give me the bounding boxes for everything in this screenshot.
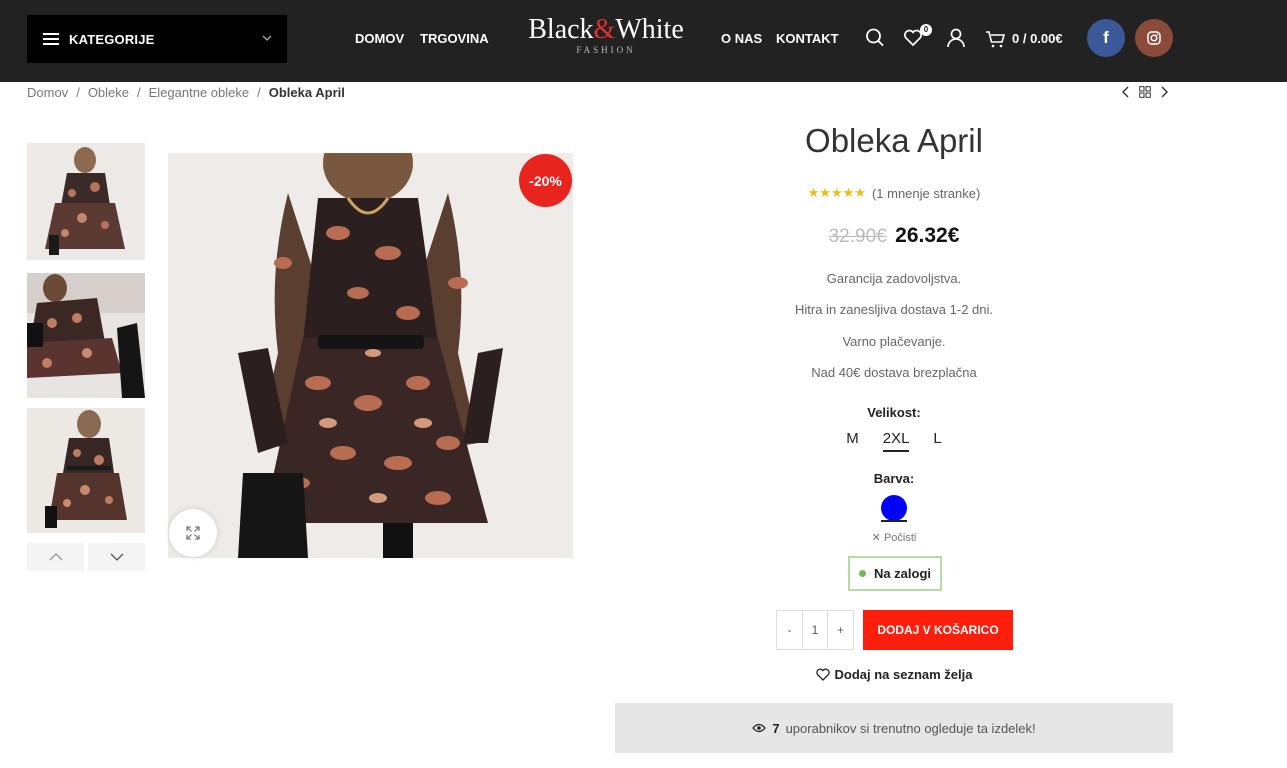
heart-icon — [815, 668, 830, 681]
instagram-icon — [1147, 31, 1161, 45]
reviews-link[interactable]: (1 mnenje stranke) — [872, 186, 980, 201]
chevron-down-icon — [110, 553, 123, 561]
facebook-icon: f — [1103, 28, 1109, 47]
cart-summary[interactable]: 0 / 0.00€ — [1012, 31, 1063, 46]
info-line-guarantee: Garancija zadovoljstva. — [826, 271, 962, 286]
previous-product-icon[interactable] — [1121, 86, 1131, 98]
color-label: Barva: — [873, 471, 915, 486]
cart-icon[interactable] — [985, 29, 1007, 49]
info-line-payment: Varno plačevanje. — [842, 334, 946, 349]
size-selector: M 2XL L — [615, 430, 1173, 452]
size-label: Velikost: — [867, 405, 921, 420]
site-header: KATEGORIJE DOMOV TRGOVINA Black&White FA… — [0, 0, 1287, 82]
logo-text-black: Black — [528, 14, 594, 45]
live-viewers-notice: 7 uporabnikov si trenutno ogleduje ta iz… — [615, 703, 1173, 753]
search-icon[interactable] — [865, 27, 885, 49]
nav-contact[interactable]: KONTAKT — [776, 31, 839, 46]
color-selected-indicator — [881, 520, 907, 522]
sale-badge: -20% — [519, 154, 572, 207]
chevron-down-icon — [262, 35, 272, 41]
user-icon[interactable] — [946, 27, 966, 49]
add-to-cart-button[interactable]: DODAJ V KOŠARICO — [863, 610, 1013, 650]
clear-label: Počisti — [883, 532, 917, 544]
next-product-icon[interactable] — [1159, 86, 1169, 98]
close-icon: ✕ — [871, 532, 881, 544]
product-thumbnail-3[interactable] — [27, 408, 145, 533]
old-price: 32.90€ — [828, 226, 887, 247]
thumbnail-prev-button[interactable] — [27, 543, 84, 571]
nav-about[interactable]: O NAS — [721, 31, 762, 46]
add-to-wishlist-link[interactable]: Dodaj na seznam želja — [615, 667, 1173, 682]
in-stock-dot-icon — [858, 570, 866, 577]
stock-status: Na zalogi — [848, 556, 942, 591]
logo-subtitle: FASHION — [576, 45, 636, 55]
breadcrumb-current: Obleka April — [268, 85, 345, 100]
instagram-button[interactable] — [1135, 19, 1173, 57]
viewers-count: 7 — [772, 720, 780, 736]
wishlist-count-badge: 0 — [920, 24, 932, 36]
categories-label: KATEGORIJE — [69, 31, 155, 47]
logo-text-white: White — [615, 14, 684, 45]
wishlist-label: Dodaj na seznam želja — [834, 667, 973, 682]
star-rating-icon: ★★★★★ — [807, 185, 866, 200]
breadcrumb: Domov / Obleke / Elegantne obleke / Oble… — [27, 85, 345, 100]
product-rating: ★★★★★ (1 mnenje stranke) — [615, 185, 1173, 201]
info-line-shipping: Hitra in zanesljiva dostava 1-2 dni. — [795, 302, 993, 317]
viewers-text: uporabnikov si trenutno ogleduje ta izde… — [785, 720, 1036, 736]
breadcrumb-home[interactable]: Domov — [27, 85, 68, 100]
size-option-m[interactable]: M — [834, 430, 871, 452]
grid-view-icon[interactable] — [1139, 86, 1151, 98]
site-logo[interactable]: Black&White FASHION — [520, 14, 692, 55]
product-thumbnail-2[interactable] — [27, 273, 145, 398]
breadcrumb-dresses[interactable]: Obleke — [88, 85, 129, 100]
breadcrumb-separator: / — [137, 85, 141, 100]
nav-home[interactable]: DOMOV — [355, 31, 404, 46]
breadcrumb-separator: / — [76, 85, 80, 100]
product-price: 32.90€ 26.32€ — [615, 224, 1173, 248]
size-option-l[interactable]: L — [921, 430, 953, 452]
zoom-button[interactable] — [169, 509, 217, 557]
product-title: Obleka April — [805, 122, 983, 159]
size-option-2xl[interactable]: 2XL — [882, 430, 910, 452]
logo-ampersand: & — [593, 14, 616, 45]
thumbnail-next-button[interactable] — [88, 543, 145, 571]
product-thumbnail-1[interactable] — [27, 143, 145, 260]
breadcrumb-separator: / — [257, 85, 261, 100]
quantity-stepper: - 1 + — [776, 610, 854, 650]
categories-dropdown-button[interactable]: KATEGORIJE — [27, 15, 287, 63]
facebook-button[interactable]: f — [1087, 19, 1125, 57]
breadcrumb-elegant-dresses[interactable]: Elegantne obleke — [149, 85, 249, 100]
menu-icon — [43, 33, 59, 45]
stock-label: Na zalogi — [873, 566, 932, 581]
sale-price: 26.32€ — [895, 224, 960, 247]
product-main-image[interactable] — [168, 153, 573, 558]
eye-icon — [752, 723, 767, 733]
chevron-up-icon — [49, 553, 62, 561]
quantity-plus-button[interactable]: + — [828, 611, 853, 649]
color-swatch-blue[interactable] — [881, 495, 907, 521]
info-line-free-shipping: Nad 40€ dostava brezplačna — [811, 365, 977, 380]
quantity-minus-button[interactable]: - — [777, 611, 802, 649]
expand-icon — [186, 526, 200, 540]
quantity-input[interactable]: 1 — [802, 611, 828, 649]
nav-shop[interactable]: TRGOVINA — [420, 31, 489, 46]
clear-selection-button[interactable]: ✕ Počisti — [615, 531, 1173, 544]
